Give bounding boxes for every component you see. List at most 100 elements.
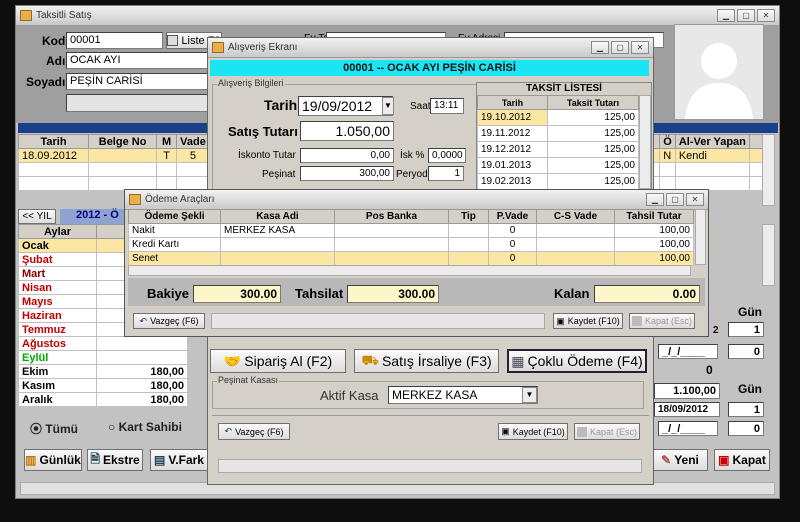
tutar-input[interactable]: 1.050,00	[300, 121, 394, 141]
alis-titlebar: Alışveriş Ekranı ▁ ▢ ✕	[208, 38, 653, 58]
date-input-2[interactable]: 18/09/2012	[654, 402, 720, 417]
table-row[interactable]: Nakit MERKEZ KASA 0 100,00	[128, 223, 694, 238]
kod-input[interactable]: 00001	[66, 32, 163, 49]
odeme-kapat-label: Kapat (Esc)	[644, 316, 693, 326]
extra-input[interactable]	[66, 94, 211, 112]
gun-input-4[interactable]: 0	[728, 421, 764, 436]
cell-tutar: 100,00	[614, 223, 694, 238]
minimize-button[interactable]: ▁	[591, 41, 609, 54]
radio-kart-label: Kart Sahibi	[118, 420, 182, 434]
irsaliye-button[interactable]: ⛟ Satış İrsaliye (F3)	[354, 349, 499, 373]
siparis-button[interactable]: 🤝 Sipariş Al (F2)	[210, 349, 346, 373]
table-row[interactable]: Senet 0 100,00	[128, 251, 694, 266]
kapat-button[interactable]: ▣ Kapat	[714, 449, 770, 471]
col-sekli: Ödeme Şekli	[128, 209, 221, 224]
pesinat-input[interactable]: 300,00	[300, 166, 394, 181]
side-scrollbar[interactable]	[762, 224, 775, 286]
gunluk-button[interactable]: ▥ Günlük	[24, 449, 82, 471]
col-m: M	[156, 134, 178, 149]
alis-title: Alışveriş Ekranı	[228, 42, 298, 53]
minimize-button[interactable]: ▁	[646, 193, 664, 206]
avatar-icon	[685, 43, 753, 119]
gun-input[interactable]: 1	[728, 322, 764, 337]
iskonto-label: İskonto Tutar	[238, 150, 296, 161]
taksit-tarih: 19.10.2012	[477, 109, 548, 126]
tarih-input[interactable]: 19/09/2012	[298, 96, 393, 116]
coklu-odeme-button[interactable]: ▦ Çoklu Ödeme (F4)	[507, 349, 647, 373]
radio-kart[interactable]: ○ Kart Sahibi	[108, 420, 182, 434]
cell-tip	[448, 251, 489, 266]
close-button[interactable]: ✕	[686, 193, 704, 206]
kalan-input[interactable]: 0.00	[594, 285, 700, 303]
save-icon: ▣	[501, 426, 510, 436]
date-input[interactable]: _/_/____	[658, 344, 718, 359]
taksit-grid[interactable]: Tarih Taksit Tutarı 19.10.2012 125,00 19.1…	[477, 95, 639, 190]
odeme-vazgec-button[interactable]: ↶ Vazgeç (F6)	[133, 313, 205, 329]
maximize-button[interactable]: ▢	[611, 41, 629, 54]
odeme-titlebar: Ödeme Araçları ▁ ▢ ✕	[125, 190, 708, 210]
odeme-hscroll[interactable]	[128, 265, 691, 276]
month-aralik: Aralık	[18, 392, 97, 407]
ekstre-label: Ekstre	[102, 453, 140, 467]
odeme-vazgec-label: Vazgeç (F6)	[150, 316, 199, 326]
adi-input[interactable]: OCAK AYI	[66, 52, 211, 69]
odeme-kaydet-button[interactable]: ▣ Kaydet (F10)	[553, 313, 623, 329]
tahsilat-label: Tahsilat	[295, 286, 344, 301]
cell-tip	[448, 223, 489, 238]
kasa-dropdown-icon[interactable]: ▼	[522, 387, 537, 403]
cell-pvade: 0	[488, 223, 537, 238]
amount-input[interactable]: 1.100,00	[654, 383, 720, 399]
saat-label: Saat	[410, 101, 431, 112]
yil-button[interactable]: << YIL	[18, 209, 56, 224]
table-row[interactable]: Kredi Kartı 0 100,00	[128, 237, 694, 252]
odeme-grid[interactable]: Ödeme Şekli Kasa Adi Pos Banka Tip P.Vade C-S…	[128, 209, 694, 266]
tarih-dropdown-icon[interactable]: ▼	[382, 97, 394, 115]
odeme-vscroll[interactable]	[695, 209, 706, 265]
saat-input[interactable]: 13:11	[430, 98, 464, 114]
odeme-kapat-button[interactable]: Kapat (Esc)	[629, 313, 695, 329]
row-yapan: Kendi	[674, 148, 750, 163]
cell-csvade	[536, 223, 615, 238]
siparis-label: Sipariş Al (F2)	[244, 353, 333, 369]
cell-sekli: Nakit	[128, 223, 221, 238]
taksit-title: TAKSİT LİSTESİ	[477, 83, 651, 95]
truck-icon: ⛟	[361, 351, 379, 368]
radio-tumu[interactable]: ⦿ Tümü	[30, 420, 78, 437]
month-val	[96, 336, 188, 351]
taksit-tarih: 19.02.2013	[477, 173, 548, 190]
maximize-button[interactable]: ▢	[666, 193, 684, 206]
soyadi-input[interactable]: PEŞİN CARİSİ	[66, 73, 211, 90]
month-mart: Mart	[18, 266, 97, 281]
maximize-button[interactable]: ▢	[737, 9, 755, 22]
alis-kaydet-button[interactable]: ▣ Kaydet (F10)	[498, 423, 568, 440]
tahsilat-input[interactable]: 300.00	[347, 285, 439, 303]
alis-kaydet-label: Kaydet (F10)	[512, 426, 565, 437]
month-nisan: Nisan	[18, 280, 97, 295]
gun-input-3[interactable]: 1	[728, 402, 764, 417]
taksit-tutar: 125,00	[547, 141, 639, 158]
alis-vazgec-button[interactable]: ↶ Vazgeç (F6)	[218, 423, 290, 440]
aktif-kasa-select[interactable]: MERKEZ KASA	[388, 386, 538, 404]
adi-label: Adı	[46, 54, 66, 68]
close-button[interactable]: ✕	[757, 9, 775, 22]
gun-input-2[interactable]: 0	[728, 344, 764, 359]
close-button[interactable]: ✕	[631, 41, 649, 54]
grid-scrollbar[interactable]	[762, 134, 775, 206]
alis-kapat-button[interactable]: Kapat (Esc)	[574, 423, 640, 440]
isk-pct-input[interactable]: 0,0000	[428, 148, 466, 163]
date-input-3[interactable]: _/_/____	[658, 421, 718, 436]
cell-pos	[334, 237, 449, 252]
cell-tutar: 100,00	[614, 237, 694, 252]
peryod-input[interactable]: 1	[428, 166, 464, 181]
ekstre-button[interactable]: 🗎 Ekstre	[87, 449, 143, 471]
yeni-button[interactable]: ✎ Yeni	[652, 449, 708, 471]
taksit-scrollbar[interactable]	[639, 95, 651, 189]
col-vade: Vade	[176, 134, 210, 149]
radio-tumu-label: Tümü	[45, 422, 79, 436]
bakiye-input[interactable]: 300.00	[193, 285, 281, 303]
app-icon	[20, 10, 32, 21]
iskonto-input[interactable]: 0,00	[300, 148, 394, 163]
kapat-label: Kapat	[732, 453, 766, 467]
minimize-button[interactable]: ▁	[717, 9, 735, 22]
vfark-button[interactable]: ▤ V.Fark	[150, 449, 208, 471]
